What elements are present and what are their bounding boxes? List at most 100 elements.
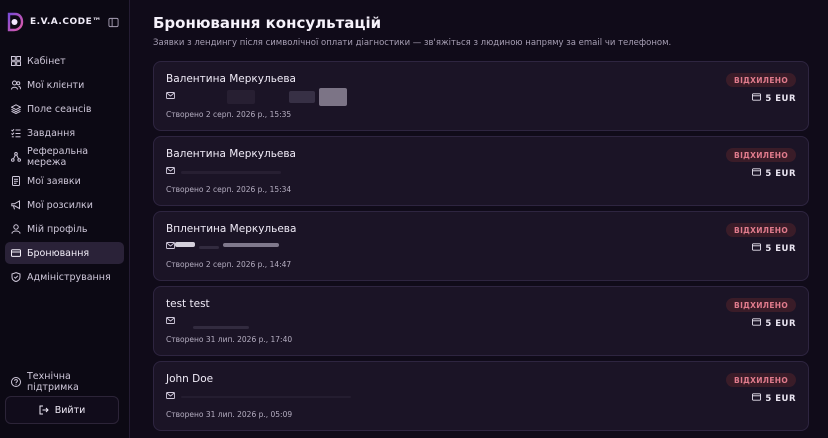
- sidebar-item-label: Мої клієнти: [27, 79, 85, 91]
- booking-created: Створено 31 лип. 2026 р., 05:09: [166, 410, 293, 419]
- price-amount: 5: [765, 168, 772, 179]
- main-content: Бронювання консультацій Заявки з лендинг…: [130, 0, 828, 438]
- sidebar-item-booking[interactable]: Бронювання: [5, 242, 124, 264]
- booking-email: [166, 316, 796, 329]
- price-amount: 5: [765, 243, 772, 254]
- card-icon: [752, 93, 762, 104]
- sidebar-bottom: Технічна підтримка Вийти: [5, 371, 119, 424]
- booking-card[interactable]: Валентина Меркульева Створено 2 серп. 20…: [153, 136, 809, 206]
- booking-name: test test: [166, 298, 210, 310]
- booking-name: Вплентина Меркульева: [166, 223, 297, 235]
- mail-icon: [166, 166, 175, 178]
- support-label: Технічна підтримка: [27, 371, 79, 393]
- price-amount: 5: [765, 93, 772, 104]
- booking-card[interactable]: Валентина Меркульева Створено 2 серп. 20…: [153, 61, 809, 131]
- booking-created: Створено 2 серп. 2026 р., 15:35: [166, 110, 292, 119]
- sidebar-item-label: Мої розсилки: [27, 199, 93, 211]
- card-icon: [752, 393, 762, 404]
- price-currency: EUR: [775, 168, 796, 179]
- booking-price: 5 EUR: [752, 318, 796, 329]
- booking-created: Створено 31 лип. 2026 р., 17:40: [166, 335, 293, 344]
- mail-icon: [166, 316, 175, 328]
- redacted-email: [193, 325, 249, 329]
- price-currency: EUR: [775, 318, 796, 329]
- card-icon: [11, 248, 21, 258]
- megaphone-icon: [11, 200, 21, 210]
- redacted-email: [181, 170, 281, 174]
- booking-card[interactable]: Вплентина Меркульева Створено 2 серп. 20…: [153, 211, 809, 281]
- price-amount: 5: [765, 318, 772, 329]
- booking-price: 5 EUR: [752, 93, 796, 104]
- status-badge: ВІДХИЛЕНО: [726, 223, 796, 237]
- redacted-email: [199, 245, 219, 249]
- card-icon: [752, 168, 762, 179]
- sidebar-item-cabinet[interactable]: Кабінет: [5, 50, 124, 72]
- sidebar-item-clients[interactable]: Мої клієнти: [5, 74, 124, 96]
- card-icon: [752, 243, 762, 254]
- status-badge: ВІДХИЛЕНО: [726, 148, 796, 162]
- sidebar-collapse-icon[interactable]: [108, 16, 119, 28]
- brand: E.V.A.CODE™: [0, 0, 129, 44]
- sidebar-item-sessions[interactable]: Поле сеансів: [5, 98, 124, 120]
- page-title: Бронювання консультацій: [153, 14, 382, 32]
- brand-logo-icon[interactable]: [6, 12, 24, 32]
- mail-icon: [166, 391, 175, 403]
- sidebar-item-requests[interactable]: Мої заявки: [5, 170, 124, 192]
- sidebar-item-tasks[interactable]: Завдання: [5, 122, 124, 144]
- booking-card[interactable]: test test Створено 31 лип. 2026 р., 17:4…: [153, 286, 809, 356]
- sidebar-item-label: Поле сеансів: [27, 103, 92, 115]
- sidebar-item-label: Завдання: [27, 127, 76, 139]
- layers-icon: [11, 104, 21, 114]
- booking-email: [166, 241, 796, 253]
- price-currency: EUR: [775, 393, 796, 404]
- redacted-email: [289, 91, 315, 103]
- help-icon: [11, 377, 21, 387]
- redacted-email: [319, 88, 347, 106]
- price-currency: EUR: [775, 93, 796, 104]
- logout-label: Вийти: [54, 404, 86, 416]
- support-link[interactable]: Технічна підтримка: [5, 371, 119, 393]
- booking-name: Валентина Меркульева: [166, 73, 296, 85]
- booking-list: Валентина Меркульева Створено 2 серп. 20…: [153, 61, 810, 431]
- logout-icon: [39, 405, 49, 415]
- sidebar: E.V.A.CODE™ Кабінет Мої клієнти Поле сеа…: [0, 0, 130, 438]
- booking-price: 5 EUR: [752, 168, 796, 179]
- dashboard-icon: [11, 56, 21, 66]
- page-subtitle: Заявки з лендингу після символічної опла…: [153, 38, 672, 48]
- user-icon: [11, 224, 21, 234]
- card-icon: [752, 318, 762, 329]
- tasks-icon: [11, 128, 21, 138]
- users-icon: [11, 80, 21, 90]
- sidebar-item-label: Реферальна мережа: [27, 146, 89, 168]
- sidebar-item-referral[interactable]: Реферальна мережа: [5, 146, 124, 168]
- sidebar-item-label: Мої заявки: [27, 175, 81, 187]
- booking-created: Створено 2 серп. 2026 р., 15:34: [166, 185, 292, 194]
- redacted-email: [175, 241, 195, 247]
- redacted-email: [181, 396, 351, 398]
- sidebar-item-label: Бронювання: [27, 247, 90, 259]
- booking-name: John Doe: [166, 373, 214, 385]
- booking-price: 5 EUR: [752, 243, 796, 254]
- booking-card[interactable]: John Doe Створено 31 лип. 2026 р., 05:09…: [153, 361, 809, 431]
- sidebar-item-admin[interactable]: Адміністрування: [5, 266, 124, 288]
- network-icon: [11, 152, 21, 162]
- logout-button[interactable]: Вийти: [5, 396, 119, 424]
- mail-icon: [166, 241, 175, 253]
- document-icon: [11, 176, 21, 186]
- redacted-email: [223, 243, 279, 247]
- booking-email: [166, 391, 796, 403]
- redacted-email: [227, 90, 255, 104]
- booking-email: [166, 88, 796, 106]
- booking-created: Створено 2 серп. 2026 р., 14:47: [166, 260, 292, 269]
- mail-icon: [166, 91, 175, 103]
- booking-name: Валентина Меркульева: [166, 148, 296, 160]
- sidebar-item-mailings[interactable]: Мої розсилки: [5, 194, 124, 216]
- price-currency: EUR: [775, 243, 796, 254]
- sidebar-item-label: Мій профіль: [27, 223, 88, 235]
- booking-email: [166, 166, 796, 178]
- sidebar-item-profile[interactable]: Мій профіль: [5, 218, 124, 240]
- brand-name: E.V.A.CODE™: [30, 17, 102, 27]
- status-badge: ВІДХИЛЕНО: [726, 298, 796, 312]
- sidebar-item-label: Кабінет: [27, 55, 66, 67]
- price-amount: 5: [765, 393, 772, 404]
